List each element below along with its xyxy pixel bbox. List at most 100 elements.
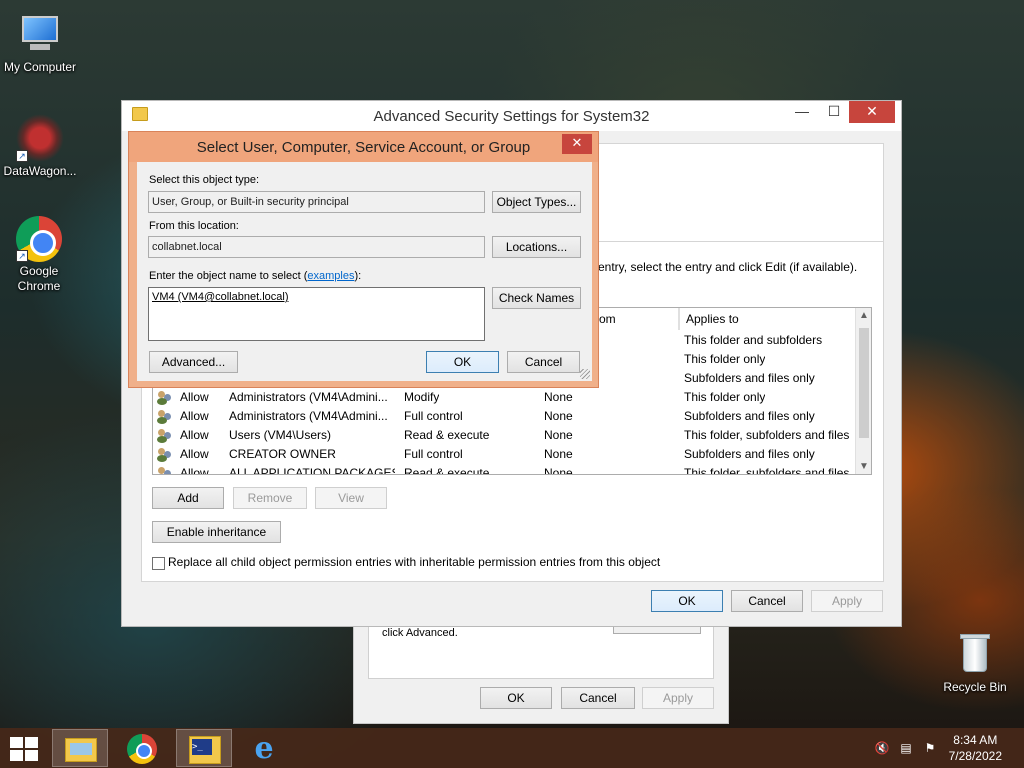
principal-cell: ALL APPLICATION PACKAGES [229,466,395,475]
remove-button[interactable]: Remove [233,487,307,509]
desktop-icon-label: DataWagon... [3,164,77,178]
dialog-title: Select User, Computer, Service Account, … [196,139,531,156]
check-names-button[interactable]: Check Names [492,287,581,309]
user-group-icon [157,409,173,424]
user-group-icon [157,390,173,405]
action-center-icon[interactable]: ⚑ [922,740,938,756]
recycle-bin-icon [951,630,999,678]
maximize-button[interactable]: ☐ [819,101,849,123]
applies-to-cell: This folder and subfolders [684,333,823,347]
type-cell: Allow [180,428,209,442]
location-label: From this location: [149,220,239,232]
replace-permissions-checkbox[interactable] [152,557,165,570]
apply-button[interactable]: Apply [811,590,883,612]
taskbar-internet-explorer[interactable]: e [236,729,292,767]
applies-to-cell: Subfolders and files only [684,371,815,385]
access-cell: Full control [404,447,463,461]
column-header-applies-to[interactable]: Applies to [679,308,857,330]
inherited-from-cell: None [544,390,573,404]
type-cell: Allow [180,466,209,475]
dialog-ok-button[interactable]: OK [426,351,499,373]
replace-permissions-label: Replace all child object permission entr… [168,555,661,569]
start-button[interactable] [0,729,50,767]
desktop-icon-recycle-bin[interactable]: Recycle Bin [935,630,1015,695]
object-name-label-end: ): [354,270,362,282]
properties-ok-button[interactable]: OK [480,687,552,709]
select-user-dialog: Select User, Computer, Service Account, … [128,131,599,388]
file-explorer-icon [65,738,97,762]
windows-logo-icon [10,737,38,761]
cancel-button[interactable]: Cancel [731,590,803,612]
taskbar-powershell[interactable] [176,729,232,767]
datawagon-icon: ↗ [16,114,64,162]
object-name-input[interactable]: VM4 (VM4@collabnet.local) [148,287,485,341]
properties-content: click Advanced. [368,625,714,679]
table-row[interactable]: Allow Administrators (VM4\Admini... Modi… [153,388,857,407]
clock[interactable]: 8:34 AM 7/28/2022 [949,732,1002,764]
column-header-inherited[interactable]: om [593,308,679,330]
applies-to-cell: This folder, subfolders and files [684,428,850,442]
properties-apply-button[interactable]: Apply [642,687,714,709]
user-group-icon [157,428,173,443]
enable-inheritance-button[interactable]: Enable inheritance [152,521,281,543]
add-button[interactable]: Add [152,487,224,509]
principal-cell: Administrators (VM4\Admini... [229,409,388,423]
properties-text: click Advanced. [382,627,458,639]
window-title: Advanced Security Settings for System32 [373,108,650,125]
object-types-button[interactable]: Object Types... [492,191,581,213]
table-row[interactable]: Allow Users (VM4\Users) Read & execute N… [153,426,857,445]
powershell-icon [189,736,221,764]
title-bar: Advanced Security Settings for System32 … [122,101,901,131]
access-cell: Read & execute [404,428,490,442]
desktop-icon-label: Google Chrome [17,264,61,293]
ok-button[interactable]: OK [651,590,723,612]
principal-cell: Users (VM4\Users) [229,428,332,442]
taskbar-file-explorer[interactable] [52,729,108,767]
view-button[interactable]: View [315,487,387,509]
table-row[interactable]: Allow CREATOR OWNER Full control None Su… [153,445,857,464]
dialog-body: Select this object type: User, Group, or… [137,162,592,381]
applies-to-cell: This folder only [684,390,766,404]
scrollbar-thumb[interactable] [859,328,869,438]
table-row[interactable]: Allow ALL APPLICATION PACKAGES Read & ex… [153,464,857,475]
desktop-icon-datawagon[interactable]: ↗ DataWagon... [0,114,80,179]
applies-to-cell: This folder only [684,352,766,366]
desktop-icon-chrome[interactable]: ↗ Google Chrome [0,216,78,294]
resize-grip[interactable] [580,369,590,379]
computer-icon [16,10,64,58]
taskbar: e 🔇 ▤ ⚑ 8:34 AM 7/28/2022 [0,728,1024,768]
resolved-object-name: VM4 (VM4@collabnet.local) [152,291,289,303]
location-field: collabnet.local [148,236,485,258]
properties-cancel-button[interactable]: Cancel [561,687,635,709]
dialog-cancel-button[interactable]: Cancel [507,351,580,373]
access-cell: Full control [404,409,463,423]
vertical-scrollbar[interactable]: ▲ ▼ [855,308,871,474]
inherited-from-cell: None [544,428,573,442]
minimize-button[interactable]: — [787,101,817,123]
scroll-down-icon[interactable]: ▼ [856,461,871,472]
network-icon[interactable]: ▤ [898,740,914,756]
chrome-icon: ↗ [16,216,62,262]
scroll-up-icon[interactable]: ▲ [856,310,871,321]
volume-muted-icon[interactable]: 🔇 [874,740,890,756]
inherited-from-cell: None [544,447,573,461]
desktop-icon-my-computer[interactable]: My Computer [0,10,80,75]
properties-advanced-button[interactable] [613,626,701,634]
access-cell: Read & execute [404,466,490,475]
taskbar-chrome[interactable] [114,729,170,767]
object-type-label: Select this object type: [149,174,260,186]
object-name-label: Enter the object name to select (example… [149,270,361,282]
close-button[interactable]: ✕ [849,101,895,123]
locations-button[interactable]: Locations... [492,236,581,258]
table-row[interactable]: Allow Administrators (VM4\Admini... Full… [153,407,857,426]
examples-link[interactable]: examples [307,270,354,282]
inherited-from-cell: None [544,409,573,423]
advanced-button[interactable]: Advanced... [149,351,238,373]
desktop-icon-label: Recycle Bin [943,680,1007,694]
type-cell: Allow [180,409,209,423]
access-cell: Modify [404,390,440,404]
applies-to-cell: Subfolders and files only [684,447,815,461]
user-group-icon [157,466,173,474]
close-icon[interactable]: ✕ [562,134,592,154]
desktop-icon-label: My Computer [3,60,77,74]
